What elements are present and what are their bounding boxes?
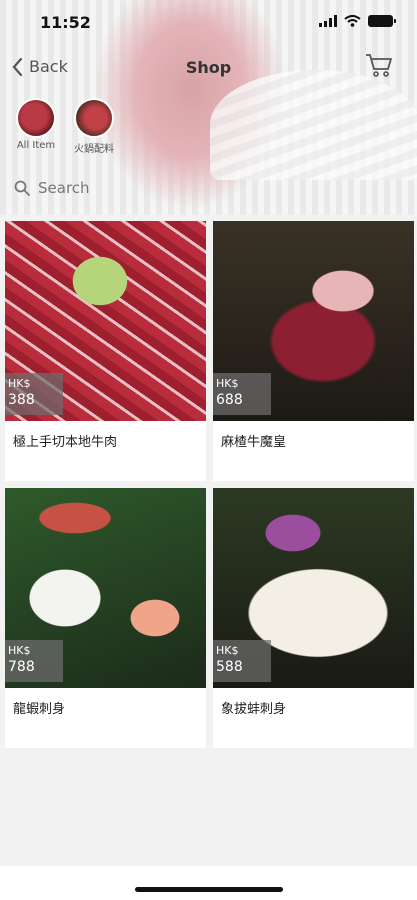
cart-button[interactable] — [365, 52, 393, 82]
shopping-cart-icon — [366, 54, 392, 77]
price-value: 688 — [216, 392, 243, 408]
product-grid: HK$ 388 極上手切本地牛肉 HK$ 688 麻楂牛魔皇 HK$ 788 龍… — [5, 221, 414, 748]
signal-icon — [319, 15, 337, 27]
product-image: HK$ 688 — [213, 221, 414, 421]
category-thumbnail — [16, 98, 56, 138]
shop-header: 11:52 Shop Back All Item 火鍋配料 Search — [0, 0, 417, 215]
price-value: 588 — [216, 659, 243, 675]
category-label: All Item — [16, 140, 56, 151]
category-list: All Item 火鍋配料 — [14, 98, 116, 155]
chevron-left-icon — [12, 57, 23, 76]
status-icons — [319, 15, 396, 27]
product-image: HK$ 788 — [5, 488, 206, 688]
price-currency: HK$ — [216, 377, 239, 390]
status-time: 11:52 — [40, 13, 91, 32]
search-input[interactable]: Search — [14, 179, 90, 197]
back-button[interactable]: Back — [12, 57, 68, 76]
home-indicator[interactable] — [135, 887, 283, 892]
category-label: 火鍋配料 — [74, 144, 114, 155]
search-icon — [14, 180, 30, 196]
product-card[interactable]: HK$ 588 象拔蚌刺身 — [213, 488, 414, 748]
price-tag: HK$ 588 — [213, 640, 271, 682]
price-currency: HK$ — [216, 644, 239, 657]
category-thumbnail — [74, 98, 114, 138]
category-hotpot-ingredients[interactable]: 火鍋配料 — [72, 98, 116, 155]
product-name: 極上手切本地牛肉 — [13, 435, 118, 450]
product-name: 象拔蚌刺身 — [221, 702, 287, 717]
product-card[interactable]: HK$ 788 龍蝦刺身 — [5, 488, 206, 748]
product-card[interactable]: HK$ 388 極上手切本地牛肉 — [5, 221, 206, 481]
price-tag: HK$ 688 — [213, 373, 271, 415]
price-currency: HK$ — [8, 644, 31, 657]
price-value: 788 — [8, 659, 35, 675]
product-image: HK$ 388 — [5, 221, 206, 421]
price-tag: HK$ 388 — [5, 373, 63, 415]
price-currency: HK$ — [8, 377, 31, 390]
product-name: 麻楂牛魔皇 — [221, 435, 287, 450]
product-card[interactable]: HK$ 688 麻楂牛魔皇 — [213, 221, 414, 481]
bottom-bar — [0, 866, 417, 900]
battery-icon — [368, 15, 396, 27]
back-label: Back — [29, 57, 68, 76]
price-tag: HK$ 788 — [5, 640, 63, 682]
product-image: HK$ 588 — [213, 488, 414, 688]
category-all-item[interactable]: All Item — [14, 98, 58, 155]
product-name: 龍蝦刺身 — [13, 702, 66, 717]
price-value: 388 — [8, 392, 35, 408]
search-placeholder: Search — [38, 179, 90, 197]
wifi-icon — [344, 15, 361, 27]
